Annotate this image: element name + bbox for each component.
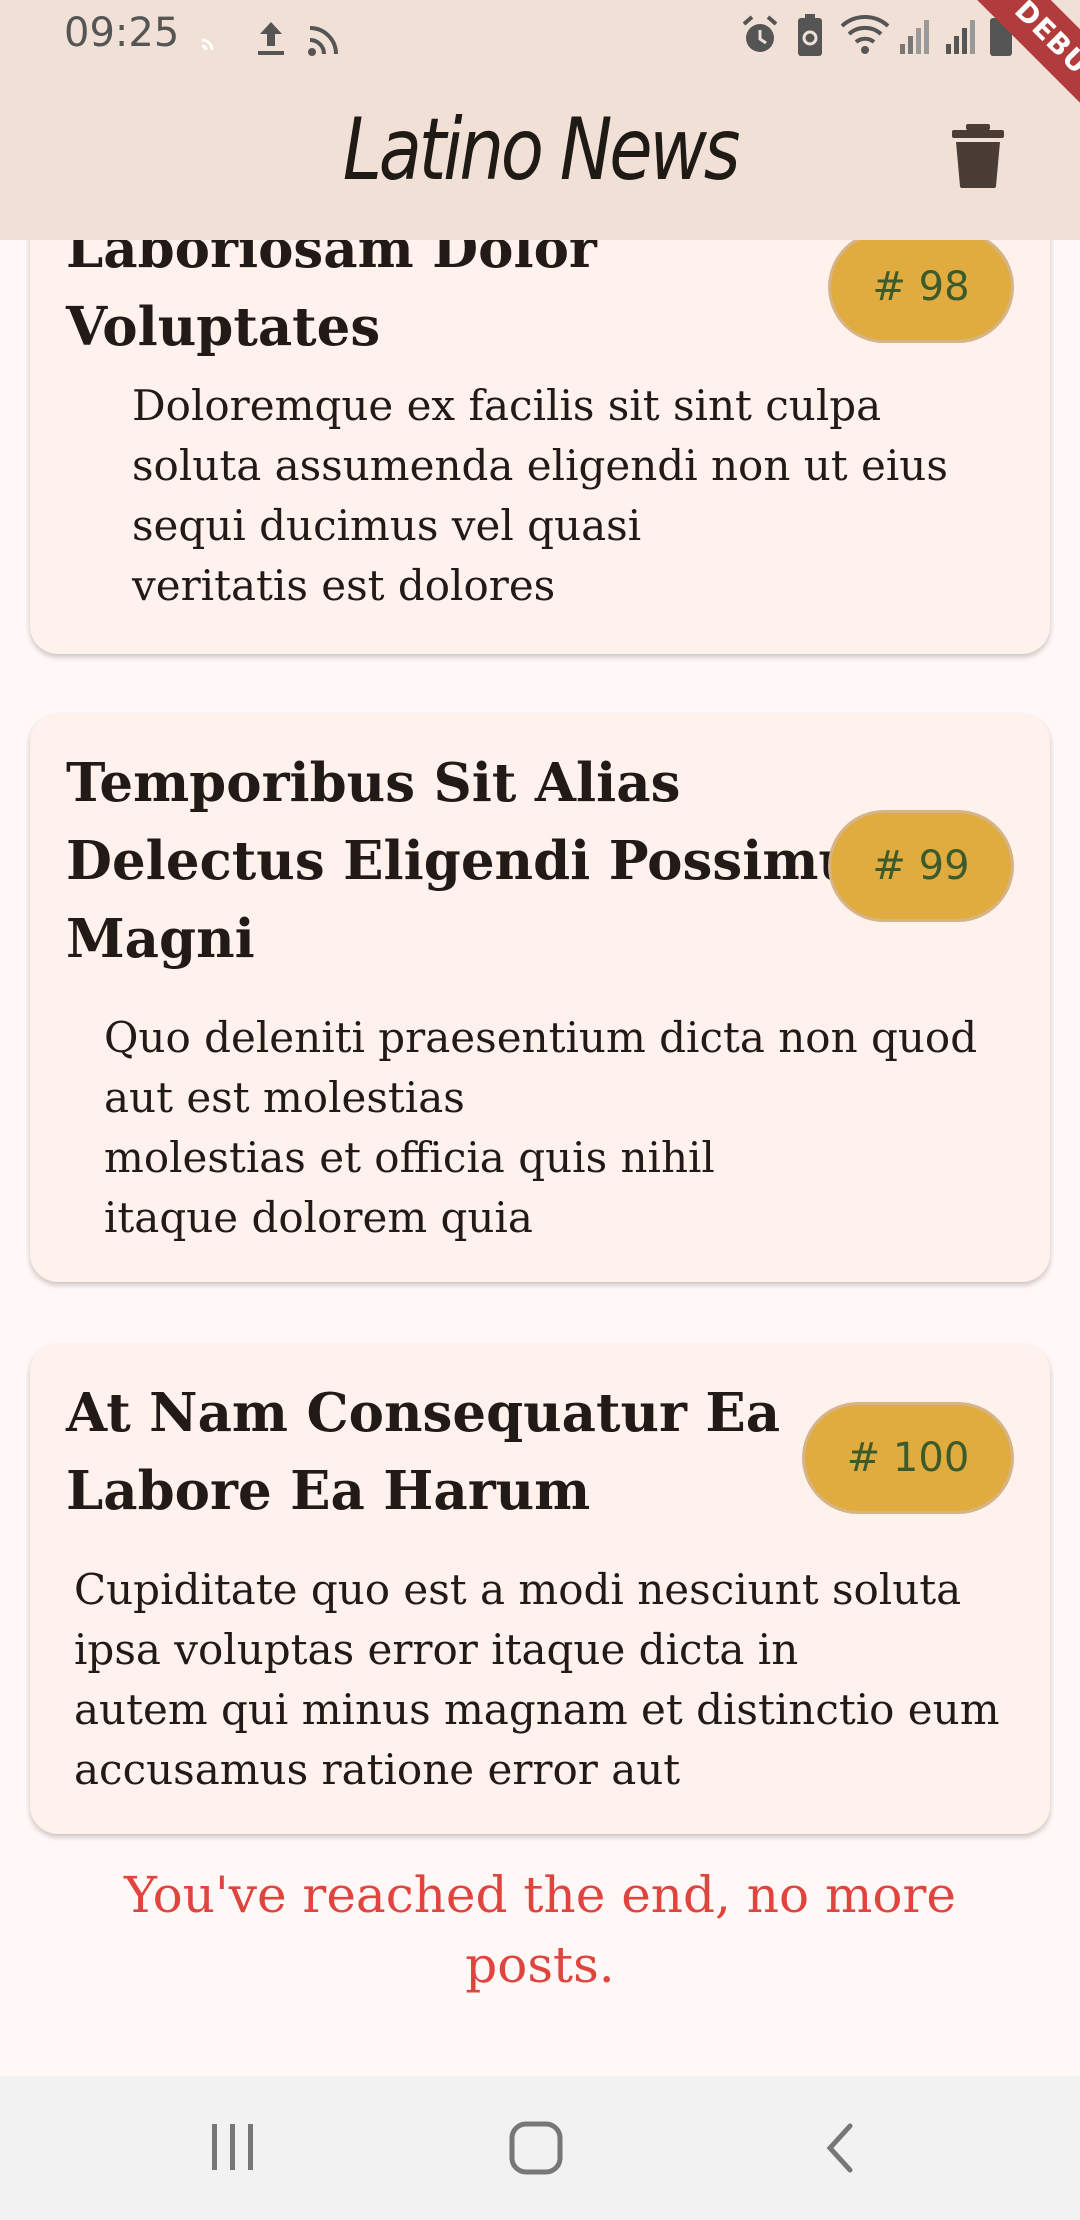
post-card-99[interactable]: Temporibus Sit Alias Delectus Eligendi P… [30, 714, 1050, 1282]
post-title-line: Labore Ea Harum [66, 1460, 591, 1522]
system-navigation-bar [0, 2076, 1080, 2220]
post-title-line: Voluptates [66, 296, 381, 358]
cast-connected-icon [308, 26, 338, 56]
post-title: At Nam Consequatur Ea Labore Ea Harum [66, 1374, 780, 1530]
post-number-badge: # 98 [828, 231, 1014, 343]
status-bar: 09:25 [0, 0, 1080, 72]
post-body: Doloremque ex facilis sit sint culpa sol… [132, 376, 948, 616]
end-of-list-message: You've reached the end, no more posts. [123, 1866, 956, 1994]
post-card-98[interactable]: Laboriosam Dolor Voluptates # 98 Dolorem… [30, 180, 1050, 654]
post-title-line: Delectus Eligendi Possimus [66, 830, 887, 892]
post-title-line: Magni [66, 908, 255, 970]
battery-saver-icon [798, 14, 822, 56]
post-body-line: autem qui minus magnam et distinctio eum [74, 1685, 1000, 1734]
signal-icon-2 [946, 20, 975, 54]
alarm-icon [742, 15, 778, 52]
post-body-line: ipsa voluptas error itaque dicta in [74, 1625, 799, 1674]
post-body-line: Cupiditate quo est a modi nesciunt solut… [74, 1565, 962, 1614]
app-bar: 09:25 Latino News [0, 0, 1080, 240]
post-body-line: soluta assumenda eligendi non ut eius [132, 441, 948, 490]
recent-apps-icon[interactable] [208, 2120, 258, 2174]
post-number-badge: # 100 [802, 1402, 1014, 1514]
home-icon[interactable] [508, 2120, 564, 2176]
post-title: Temporibus Sit Alias Delectus Eligendi P… [66, 744, 887, 978]
post-card-100[interactable]: At Nam Consequatur Ea Labore Ea Harum # … [30, 1344, 1050, 1834]
post-body-line: veritatis est dolores [132, 561, 556, 610]
post-body-line: sequi ducimus vel quasi [132, 501, 642, 550]
post-body-line: Doloremque ex facilis sit sint culpa [132, 381, 882, 430]
post-body: Cupiditate quo est a modi nesciunt solut… [74, 1560, 1000, 1800]
post-body: Quo deleniti praesentium dicta non quod … [104, 1008, 977, 1248]
app-title: Latino News [342, 100, 741, 200]
back-icon[interactable] [822, 2120, 856, 2176]
cast-icon [201, 38, 214, 50]
wifi-icon [840, 15, 890, 54]
signal-icon-1 [900, 20, 929, 54]
post-body-line: itaque dolorem quia [104, 1193, 533, 1242]
upload-icon [258, 22, 284, 55]
post-body-line: molestias et officia quis nihil [104, 1133, 715, 1182]
trash-icon[interactable] [950, 124, 1006, 188]
post-body-line: accusamus ratione error aut [74, 1745, 681, 1794]
post-body-line: aut est molestias [104, 1073, 465, 1122]
screen: Laboriosam Dolor Voluptates # 98 Dolorem… [0, 0, 1080, 2220]
status-time: 09:25 [64, 10, 180, 56]
post-title-line: At Nam Consequatur Ea [66, 1382, 781, 1444]
post-body-line: Quo deleniti praesentium dicta non quod [104, 1013, 978, 1062]
post-number-badge: # 99 [828, 810, 1014, 922]
post-title-line: Temporibus Sit Alias [66, 752, 681, 814]
